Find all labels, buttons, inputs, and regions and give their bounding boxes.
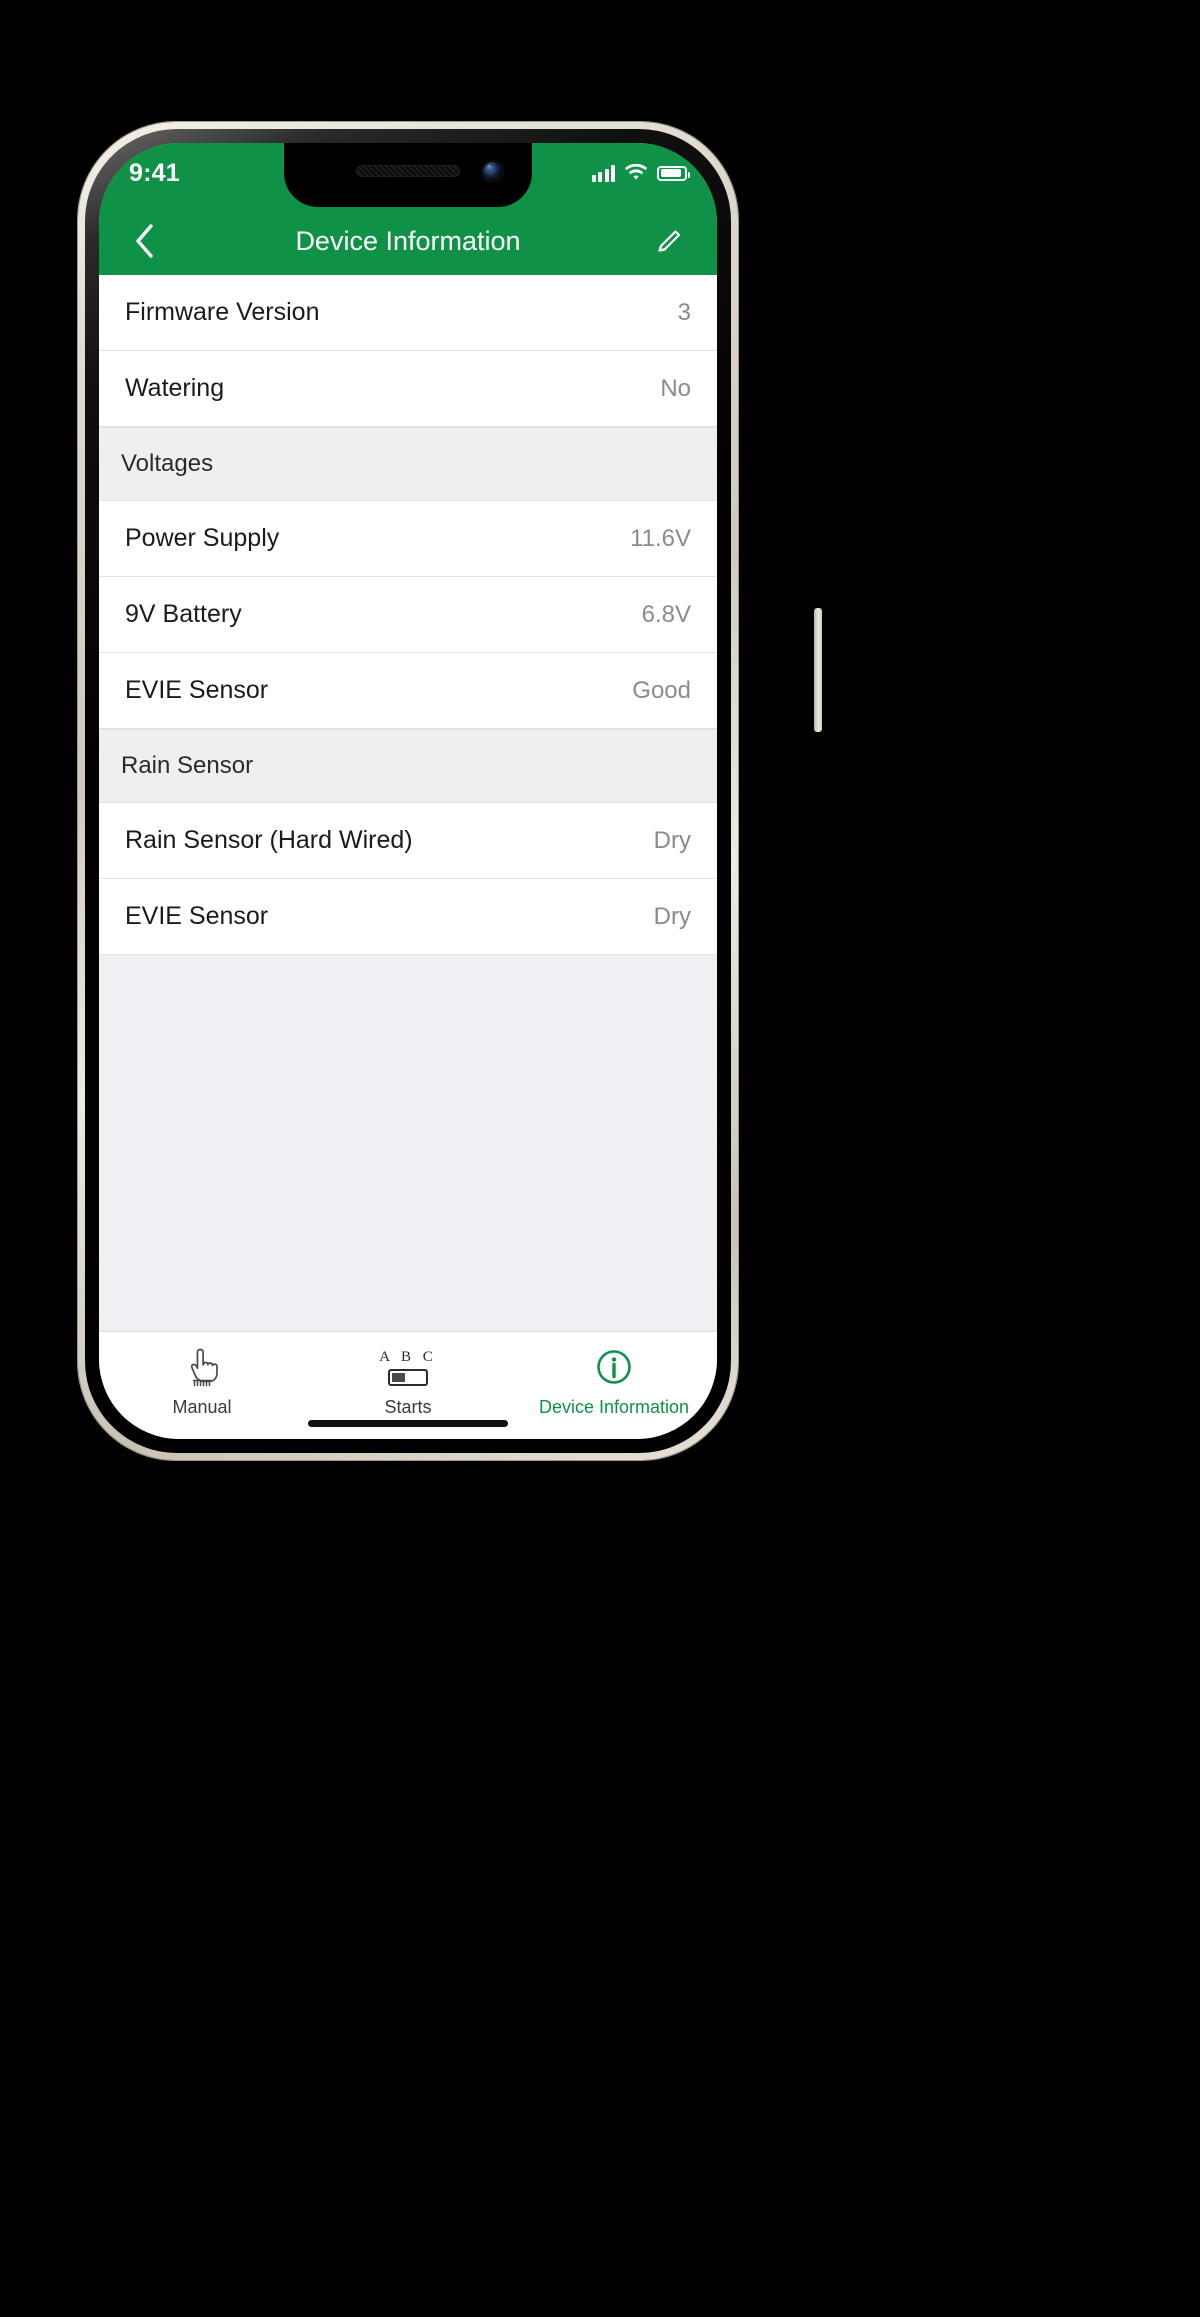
list-row[interactable]: Power Supply 11.6V — [99, 501, 717, 577]
pointing-hand-icon — [181, 1344, 223, 1390]
list-row-value: 3 — [677, 298, 691, 326]
list-row-label: 9V Battery — [125, 600, 242, 628]
back-button[interactable] — [125, 219, 165, 263]
list-row-value: Good — [632, 676, 691, 704]
list-row[interactable]: 9V Battery 6.8V — [99, 577, 717, 653]
list-row-value: Dry — [653, 902, 691, 930]
phone-bezel: 9:41 Device Information Firmware Version… — [99, 143, 717, 1439]
notch — [284, 143, 532, 207]
wifi-icon — [624, 164, 648, 180]
list-row-value: Dry — [653, 826, 691, 854]
chevron-left-icon — [136, 224, 153, 258]
section-header-label: Rain Sensor — [121, 752, 254, 779]
tab-bar: Manual A B C Starts Device Information — [99, 1331, 717, 1439]
earpiece-speaker-icon — [356, 165, 460, 177]
list-section-header: Voltages — [99, 427, 717, 501]
list-row-label: EVIE Sensor — [125, 676, 269, 704]
battery-icon — [657, 165, 690, 181]
page-title: Device Information — [295, 225, 521, 256]
list-section-header: Rain Sensor — [99, 729, 717, 803]
home-indicator[interactable] — [308, 1420, 508, 1427]
list-row[interactable]: Firmware Version 3 — [99, 275, 717, 351]
list-row-label: EVIE Sensor — [125, 902, 269, 930]
list-row[interactable]: Watering No — [99, 351, 717, 427]
tab-manual[interactable]: Manual — [99, 1344, 305, 1418]
list-row-value: 6.8V — [641, 600, 691, 628]
list-row-value: No — [660, 374, 691, 402]
tab-manual-label: Manual — [172, 1397, 232, 1417]
front-camera-icon — [483, 162, 502, 181]
list-row-label: Power Supply — [125, 524, 280, 552]
list-row-label: Watering — [125, 374, 225, 402]
pencil-icon — [658, 230, 681, 252]
status-bar-clock: 9:41 — [129, 158, 180, 187]
info-circle-icon — [596, 1344, 632, 1390]
section-header-label: Voltages — [121, 450, 214, 477]
phone-body: 9:41 Device Information Firmware Version… — [85, 129, 731, 1453]
list-row[interactable]: Rain Sensor (Hard Wired) Dry — [99, 803, 717, 879]
status-bar-indicators — [591, 164, 690, 182]
list-row-label: Rain Sensor (Hard Wired) — [125, 826, 413, 854]
phone-device: 9:41 Device Information Firmware Version… — [78, 122, 822, 1460]
tab-starts-label: Starts — [384, 1397, 432, 1417]
list-row-value: 11.6V — [630, 524, 691, 552]
device-information-list[interactable]: Firmware Version 3 Watering No Voltages Power… — [99, 275, 717, 1345]
phone-screen: 9:41 Device Information Firmware Version… — [99, 143, 717, 1439]
tab-starts[interactable]: A B C Starts — [305, 1344, 511, 1418]
power-button[interactable] — [814, 608, 822, 732]
edit-button[interactable] — [647, 219, 691, 263]
list-row[interactable]: EVIE Sensor Dry — [99, 879, 717, 955]
navigation-bar: Device Information — [99, 207, 717, 275]
list-row[interactable]: EVIE Sensor Good — [99, 653, 717, 729]
tab-device-information[interactable]: Device Information — [511, 1344, 717, 1418]
list-row-label: Firmware Version — [125, 298, 320, 326]
tab-device-information-label: Device Information — [538, 1397, 690, 1417]
cellular-bars-icon — [591, 164, 615, 182]
screenshot-stage: 9:41 Device Information Firmware Version… — [0, 0, 1200, 2317]
abc-switch-icon: A B C — [379, 1344, 437, 1390]
